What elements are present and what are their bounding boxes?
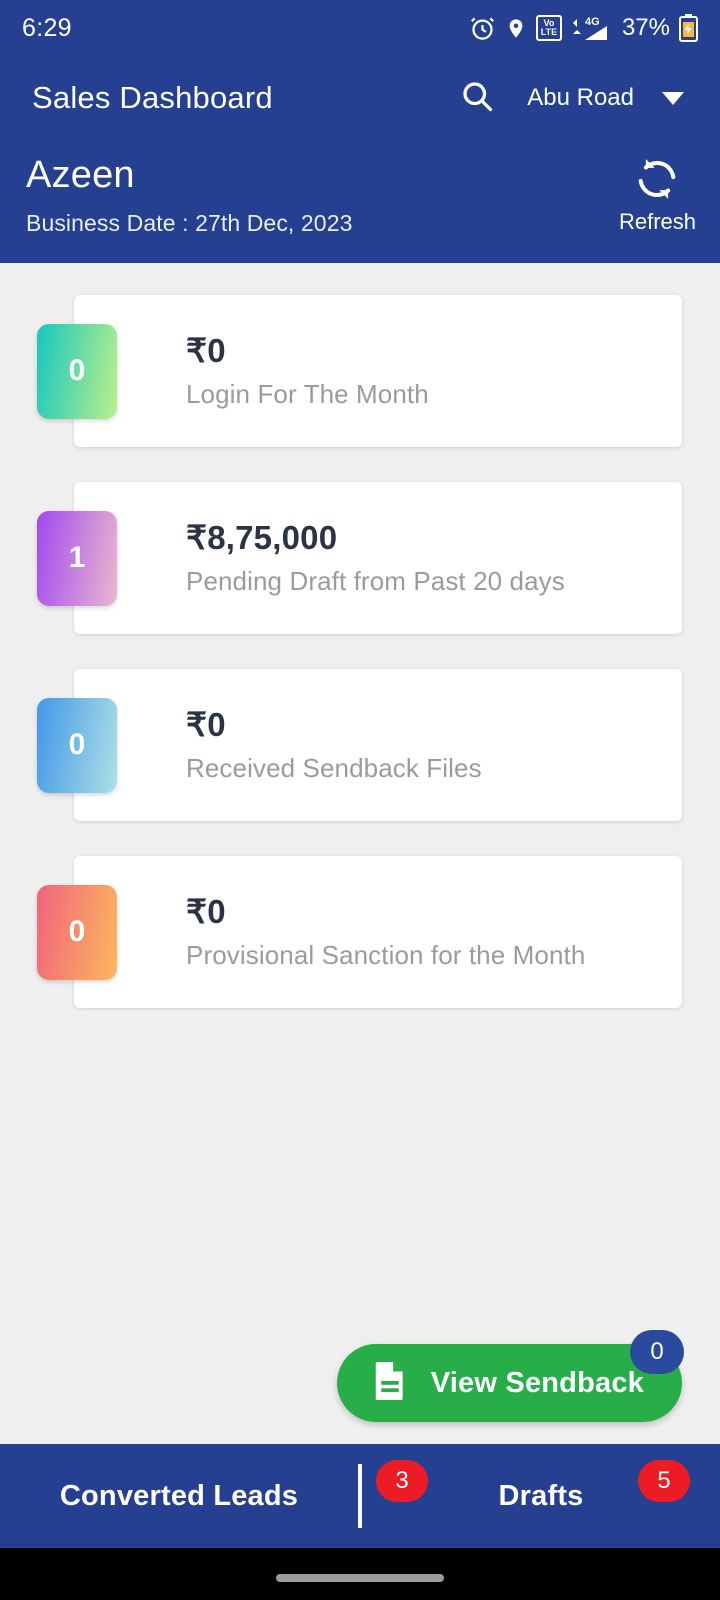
metric-count-badge: 0 [37,323,117,419]
metric-card-body[interactable]: ₹0 Login For The Month [74,294,682,447]
svg-text:4G: 4G [585,16,600,28]
fab-area: View Sendback 0 [0,1330,720,1444]
metric-card-list: ₹0 Login For The Month 0 ₹8,75,000 Pendi… [0,263,720,1008]
metric-card-body[interactable]: ₹0 Provisional Sanction for the Month [74,855,682,1008]
view-sendback-button[interactable]: View Sendback 0 [336,1330,684,1422]
page-title: Sales Dashboard [32,80,273,115]
app-bar-bottom: Azeen Business Date : 27th Dec, 2023 Ref… [0,140,720,263]
metric-card[interactable]: ₹0 Received Sendback Files 0 [0,668,720,821]
user-info: Azeen Business Date : 27th Dec, 2023 [26,154,619,237]
location-icon [505,15,527,42]
fab-count-badge: 0 [630,1330,684,1374]
app-screen: 6:29 Vo LTE 4G 37% Sales Dashboard Abu R… [0,0,720,1600]
signal-icon: 4G [571,14,611,42]
search-button[interactable] [445,72,509,125]
bottom-nav-item-drafts[interactable]: Drafts 5 [362,1444,720,1548]
metric-card[interactable]: ₹8,75,000 Pending Draft from Past 20 day… [0,481,720,634]
metric-count-badge: 1 [37,510,117,606]
bottom-nav-badge: 5 [638,1460,690,1502]
volte-icon: Vo LTE [535,15,562,41]
status-icons: Vo LTE 4G 37% [469,14,698,42]
metric-label: Pending Draft from Past 20 days [186,566,565,597]
metric-amount: ₹0 [186,893,226,931]
battery-icon [679,14,698,42]
refresh-icon [634,156,680,207]
refresh-button[interactable]: Refresh [619,156,696,237]
metric-count-badge: 0 [37,697,117,793]
gesture-handle[interactable] [276,1574,444,1582]
metric-card[interactable]: ₹0 Provisional Sanction for the Month 0 [0,855,720,1008]
search-icon [459,78,495,119]
branch-selector[interactable]: Abu Road [509,78,698,118]
metric-amount: ₹8,75,000 [186,519,338,557]
alarm-icon [469,15,496,42]
metric-card-body[interactable]: ₹0 Received Sendback Files [74,668,682,821]
metric-count-badge: 0 [37,884,117,980]
metric-label: Login For The Month [186,379,429,410]
branch-name: Abu Road [527,84,634,111]
bottom-nav-item-converted-leads[interactable]: Converted Leads 3 [0,1444,428,1548]
app-bar: Sales Dashboard Abu Road Azeen Business … [0,56,720,263]
bottom-nav-label: Drafts [498,1479,584,1512]
bottom-nav-label: Converted Leads [59,1479,299,1512]
status-bar: 6:29 Vo LTE 4G 37% [0,0,720,56]
metric-amount: ₹0 [186,706,226,744]
metric-amount: ₹0 [186,332,226,370]
system-nav-bar [0,1548,720,1600]
metric-label: Received Sendback Files [186,753,482,784]
bottom-nav-bar: Converted Leads 3 Drafts 5 [0,1444,720,1548]
metric-label: Provisional Sanction for the Month [186,940,586,971]
refresh-label: Refresh [618,208,696,234]
status-clock: 6:29 [22,13,72,42]
chevron-down-icon [662,91,684,105]
document-icon [371,1360,409,1407]
app-bar-top: Sales Dashboard Abu Road [0,56,720,140]
app-bar-actions: Abu Road [445,72,698,125]
fab-label: View Sendback [430,1366,644,1399]
user-name: Azeen [26,154,135,196]
metric-card[interactable]: ₹0 Login For The Month 0 [0,294,720,447]
battery-percent: 37% [621,14,670,41]
metric-card-body[interactable]: ₹8,75,000 Pending Draft from Past 20 day… [74,481,682,634]
business-date: Business Date : 27th Dec, 2023 [26,209,353,236]
